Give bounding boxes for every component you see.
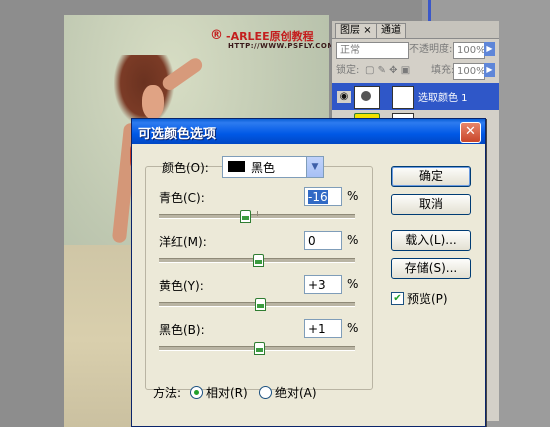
magenta-percent: %: [347, 233, 359, 247]
yellow-slider-thumb[interactable]: [255, 298, 266, 311]
chevron-down-icon[interactable]: ▼: [306, 157, 323, 177]
tab-channels[interactable]: 通道: [376, 23, 406, 38]
cyan-input[interactable]: -16: [304, 187, 342, 206]
yellow-percent: %: [347, 277, 359, 291]
ok-button[interactable]: 确定: [391, 166, 471, 187]
panel-tabbar: 图层 × 通道: [332, 21, 499, 39]
lock-icons[interactable]: ▢ ✎ ✥ ▣: [365, 63, 410, 78]
relative-label: 相对(R): [206, 386, 248, 400]
relative-radio[interactable]: [190, 386, 203, 399]
opacity-value: 100%: [457, 45, 486, 56]
layer-name: 选取颜色 1: [418, 93, 468, 104]
fill-arrow-icon[interactable]: ▶: [484, 63, 495, 77]
blend-mode-select[interactable]: 正常: [336, 42, 409, 59]
cyan-percent: %: [347, 189, 359, 203]
cancel-button[interactable]: 取消: [391, 194, 471, 215]
eye-icon[interactable]: ◉: [337, 91, 351, 103]
method-label: 方法:: [153, 386, 182, 400]
black-value: +1: [308, 322, 326, 336]
tab-close-icon[interactable]: ×: [363, 25, 371, 36]
magenta-input[interactable]: 0: [304, 231, 342, 250]
opacity-label: 不透明度:: [409, 44, 453, 55]
lock-label: 锁定:: [336, 65, 360, 76]
save-button[interactable]: 存储(S)...: [391, 258, 471, 279]
fill-label: 填充:: [431, 65, 455, 76]
opacity-arrow-icon[interactable]: ▶: [484, 42, 495, 56]
dialog-titlebar[interactable]: 可选颜色选项 ✕: [132, 119, 485, 144]
yellow-input[interactable]: +3: [304, 275, 342, 294]
black-label: 黑色(B):: [159, 323, 205, 337]
model-face: [142, 85, 164, 119]
opacity-field[interactable]: 100%: [453, 42, 486, 59]
absolute-radio[interactable]: [259, 386, 272, 399]
close-icon[interactable]: ✕: [460, 122, 481, 143]
preview-label: 预览(P): [407, 292, 448, 306]
magenta-label: 洋红(M):: [159, 235, 207, 249]
selective-color-dialog: 可选颜色选项 ✕ 颜色(O): 黑色 ▼ 青色(C): -16 % 洋红(M):…: [131, 118, 486, 427]
tab-channels-label: 通道: [381, 25, 401, 36]
watermark-url: HTTP://WWW.PSFLY.COM: [228, 42, 335, 50]
magenta-slider-thumb[interactable]: [253, 254, 264, 267]
tab-layers[interactable]: 图层 ×: [335, 23, 377, 38]
tab-layers-label: 图层: [340, 25, 360, 36]
cyan-slider-center-tick: [257, 211, 258, 216]
color-swatch: [228, 161, 245, 172]
watermark-logo: ®: [210, 28, 223, 43]
dialog-title: 可选颜色选项: [138, 127, 217, 142]
yellow-value: +3: [308, 278, 326, 292]
black-percent: %: [347, 321, 359, 335]
colors-value: 黑色: [251, 161, 276, 175]
load-button[interactable]: 载入(L)...: [391, 230, 471, 251]
layer-mask-thumbnail: [392, 86, 414, 109]
colors-label: 颜色(O):: [162, 161, 209, 175]
layer-row-selective-color[interactable]: ◉ 选取颜色 1: [332, 83, 499, 110]
cyan-label: 青色(C):: [159, 191, 205, 205]
adjustment-thumbnail: [354, 86, 380, 109]
black-input[interactable]: +1: [304, 319, 342, 338]
magenta-value: 0: [308, 234, 316, 248]
yellow-label: 黄色(Y):: [159, 279, 204, 293]
fill-field[interactable]: 100%: [453, 63, 486, 80]
fill-value: 100%: [457, 66, 486, 77]
cyan-slider-thumb[interactable]: [240, 210, 251, 223]
cyan-value: -16: [308, 190, 328, 204]
blend-mode-value: 正常: [340, 45, 360, 56]
preview-checkbox[interactable]: ✔: [391, 292, 404, 305]
black-slider-thumb[interactable]: [254, 342, 265, 355]
absolute-label: 绝对(A): [275, 386, 317, 400]
colors-select[interactable]: 黑色 ▼: [222, 156, 324, 178]
